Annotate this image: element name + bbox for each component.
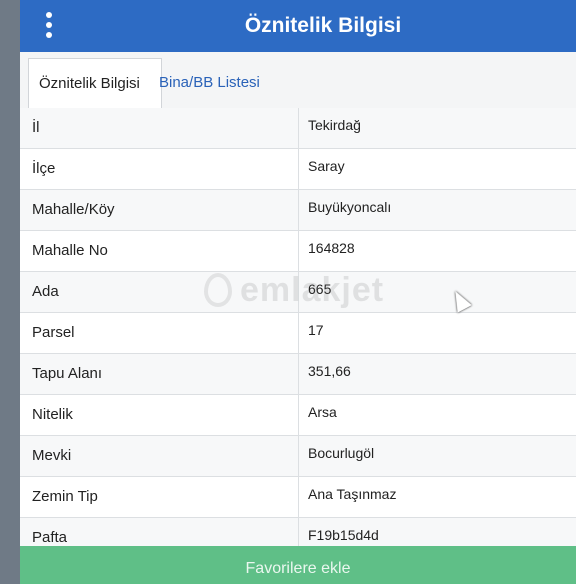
table-row: Tapu Alanı 351,66 (20, 354, 576, 395)
row-label: Parsel (32, 324, 75, 341)
row-value: 351,66 (308, 363, 351, 379)
row-label: Mevki (32, 447, 72, 464)
row-value: 17 (308, 322, 324, 338)
add-favorite-button[interactable]: Favorilere ekle (20, 546, 576, 584)
panel-header: Öznitelik Bilgisi (20, 0, 576, 52)
tab-attribute-info[interactable]: Öznitelik Bilgisi (28, 58, 162, 109)
row-label: Mahalle/Köy (32, 201, 115, 218)
table-row: Ada 665 (20, 272, 576, 313)
row-value: 164828 (308, 240, 355, 256)
row-value: Arsa (308, 404, 337, 420)
tab-building-list[interactable]: Bina/BB Listesi (159, 58, 260, 108)
table-row: İlçe Saray (20, 149, 576, 190)
table-row: Mahalle No 164828 (20, 231, 576, 272)
row-value: Tekirdağ (308, 117, 361, 133)
attribute-table: İl Tekirdağ İlçe Saray Mahalle/Köy Buyük… (20, 108, 576, 559)
attribute-panel: Öznitelik Bilgisi Öznitelik Bilgisi Bina… (20, 0, 576, 584)
row-label: İl (32, 119, 40, 136)
table-row: İl Tekirdağ (20, 108, 576, 149)
row-label: Zemin Tip (32, 488, 98, 505)
row-label: Tapu Alanı (32, 365, 103, 382)
table-row: Mahalle/Köy Buyükyoncalı (20, 190, 576, 231)
table-row: Mevki Bocurlugöl (20, 436, 576, 477)
row-value: 665 (308, 281, 332, 297)
table-row: Nitelik Arsa (20, 395, 576, 436)
panel-title: Öznitelik Bilgisi (244, 14, 402, 37)
row-label: İlçe (32, 160, 56, 177)
row-label: Mahalle No (32, 242, 108, 259)
tab-bar: Öznitelik Bilgisi Bina/BB Listesi (20, 52, 576, 109)
row-value: Saray (308, 158, 345, 174)
row-value: Bocurlugöl (308, 445, 375, 461)
table-row: Zemin Tip Ana Taşınmaz (20, 477, 576, 518)
row-label: Ada (32, 283, 59, 300)
row-label: Nitelik (32, 406, 73, 423)
table-row: Parsel 17 (20, 313, 576, 354)
vertical-dots-icon[interactable] (42, 12, 56, 38)
row-value: Ana Taşınmaz (308, 486, 397, 502)
row-value: Buyükyoncalı (308, 199, 392, 215)
